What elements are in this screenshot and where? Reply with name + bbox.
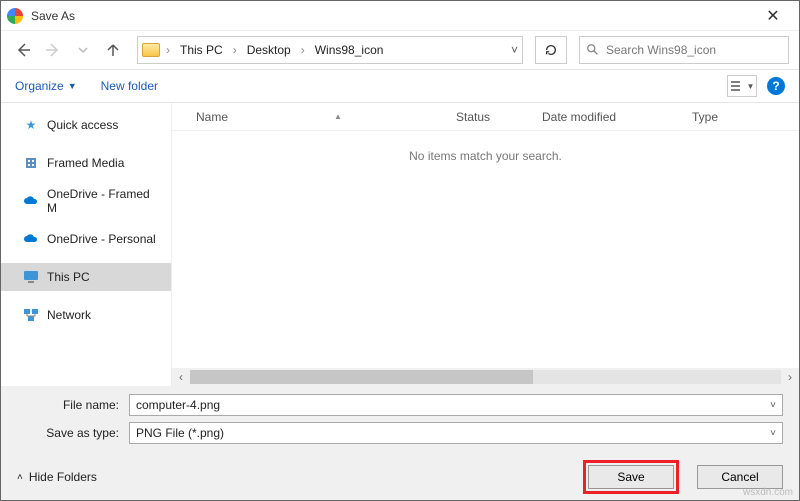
empty-message: No items match your search.: [172, 131, 799, 368]
organize-menu[interactable]: Organize ▼: [15, 79, 77, 93]
crumb-desktop[interactable]: Desktop: [243, 41, 295, 59]
star-icon: ★: [23, 117, 39, 133]
filename-input[interactable]: computer-4.png ˅: [129, 394, 783, 416]
close-button[interactable]: ✕: [753, 6, 793, 26]
hide-folders-toggle[interactable]: ˄ Hide Folders: [17, 470, 97, 484]
save-button[interactable]: Save: [588, 465, 674, 489]
chevron-right-icon[interactable]: ›: [297, 43, 309, 57]
col-type[interactable]: Type: [692, 110, 799, 124]
sidebar-item-onedrive-personal[interactable]: OneDrive - Personal: [1, 225, 171, 253]
sidebar-item-this-pc[interactable]: This PC: [1, 263, 171, 291]
nav-back-button[interactable]: [11, 38, 35, 62]
scroll-right-icon[interactable]: ›: [781, 370, 799, 384]
scroll-left-icon[interactable]: ‹: [172, 370, 190, 384]
navigation-tree: ★ Quick access Framed Media OneDrive - F…: [1, 103, 171, 386]
address-bar[interactable]: › This PC › Desktop › Wins98_icon ˅: [137, 36, 523, 64]
cloud-icon: [23, 193, 39, 209]
column-headers: Name ▲ Status Date modified Type: [172, 103, 799, 131]
chevron-down-icon: ▼: [747, 82, 755, 91]
col-name[interactable]: Name: [196, 110, 228, 124]
sort-asc-icon: ▲: [334, 112, 342, 121]
filetype-select[interactable]: PNG File (*.png) ˅: [129, 422, 783, 444]
col-modified[interactable]: Date modified: [542, 110, 692, 124]
view-options-button[interactable]: ▼: [727, 75, 757, 97]
window-title: Save As: [31, 9, 753, 23]
sidebar-item-framed-media[interactable]: Framed Media: [1, 149, 171, 177]
address-dropdown-icon[interactable]: ˅: [511, 43, 518, 57]
cloud-icon: [23, 231, 39, 247]
new-folder-button[interactable]: New folder: [101, 79, 158, 93]
search-placeholder: Search Wins98_icon: [606, 43, 716, 57]
sidebar-item-quick-access[interactable]: ★ Quick access: [1, 111, 171, 139]
filename-label: File name:: [17, 398, 129, 412]
nav-forward-button[interactable]: [41, 38, 65, 62]
filetype-label: Save as type:: [17, 426, 129, 440]
chevron-down-icon[interactable]: ˅: [770, 428, 776, 439]
chevron-down-icon[interactable]: ˅: [770, 400, 776, 411]
building-icon: [23, 155, 39, 171]
cancel-button[interactable]: Cancel: [697, 465, 783, 489]
crumb-this-pc[interactable]: This PC: [176, 41, 227, 59]
search-icon: [586, 43, 600, 57]
watermark: wsxdn.com: [743, 487, 793, 498]
folder-icon: [142, 43, 160, 57]
chevron-right-icon[interactable]: ›: [229, 43, 241, 57]
help-button[interactable]: ?: [767, 77, 785, 95]
highlight-annotation: Save: [583, 460, 679, 494]
recent-locations-dropdown[interactable]: [71, 38, 95, 62]
chrome-icon: [7, 8, 23, 24]
chevron-down-icon: ▼: [68, 81, 77, 91]
pc-icon: [23, 269, 39, 285]
network-icon: [23, 307, 39, 323]
sidebar-item-onedrive-work[interactable]: OneDrive - Framed M: [1, 187, 171, 215]
crumb-folder[interactable]: Wins98_icon: [311, 41, 388, 59]
horizontal-scrollbar[interactable]: ‹ ›: [172, 368, 799, 386]
chevron-right-icon[interactable]: ›: [162, 43, 174, 57]
col-status[interactable]: Status: [456, 110, 542, 124]
search-input[interactable]: Search Wins98_icon: [579, 36, 789, 64]
scroll-thumb[interactable]: [190, 370, 533, 384]
sidebar-item-network[interactable]: Network: [1, 301, 171, 329]
refresh-button[interactable]: [535, 36, 567, 64]
nav-up-button[interactable]: [101, 38, 125, 62]
chevron-up-icon: ˄: [17, 472, 23, 483]
